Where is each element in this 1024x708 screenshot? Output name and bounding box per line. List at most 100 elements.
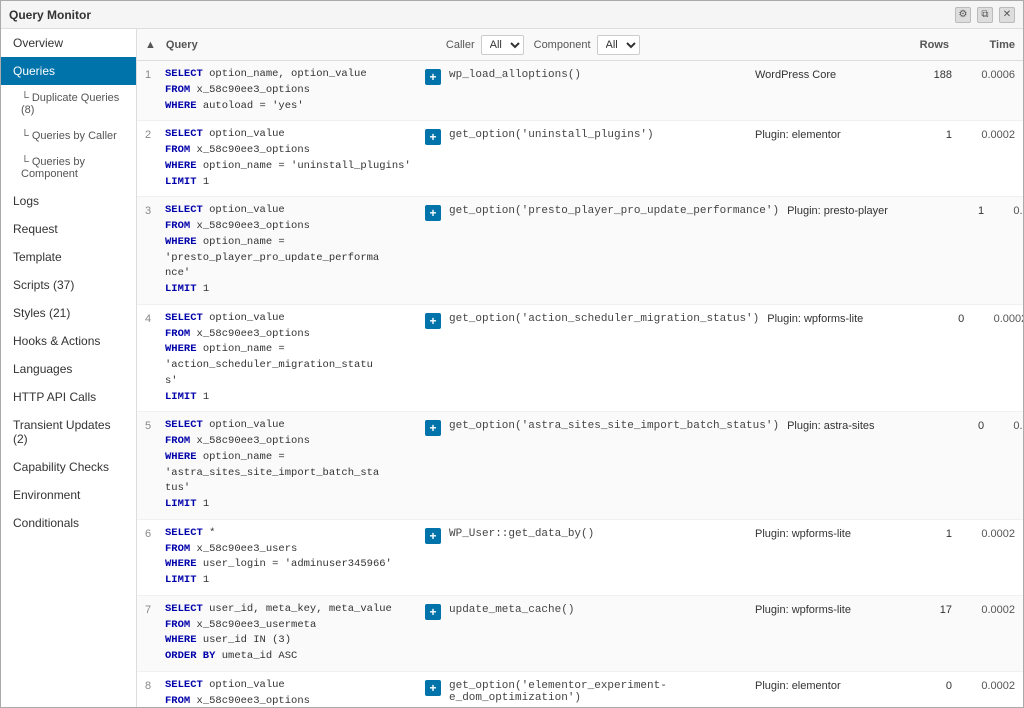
expand-button[interactable]: + bbox=[425, 420, 441, 436]
app-window: Query Monitor ⚙ ⧉ ✕ OverviewQueries└ Dup… bbox=[0, 0, 1024, 708]
main-content: OverviewQueries└ Duplicate Queries (8)└ … bbox=[1, 29, 1023, 707]
table-row: 7 SELECT user_id, meta_key, meta_value F… bbox=[137, 596, 1023, 672]
sidebar-item-environment[interactable]: Environment bbox=[1, 481, 136, 509]
sidebar-item-request[interactable]: Request bbox=[1, 215, 136, 243]
row-time-value: 0.0002 bbox=[960, 127, 1015, 141]
row-component-text: Plugin: presto-player bbox=[787, 203, 947, 217]
row-expand-col: + bbox=[425, 203, 449, 221]
row-query-text: SELECT option_value FROM x_58c90ee3_opti… bbox=[165, 127, 425, 190]
expand-button[interactable]: + bbox=[425, 680, 441, 696]
sidebar-item-transient-updates[interactable]: Transient Updates (2) bbox=[1, 411, 136, 453]
caller-filter-select[interactable]: All bbox=[481, 35, 524, 55]
sort-arrow-icon: ▲ bbox=[145, 39, 156, 51]
table-row: 1 SELECT option_name, option_value FROM … bbox=[137, 61, 1023, 121]
row-time-value: 0.0002 bbox=[960, 602, 1015, 616]
sidebar-item-template[interactable]: Template bbox=[1, 243, 136, 271]
table-row: 3 SELECT option_value FROM x_58c90ee3_op… bbox=[137, 197, 1023, 305]
row-component-text: Plugin: astra-sites bbox=[787, 418, 947, 432]
row-rows-count: 188 bbox=[915, 67, 960, 81]
row-query-text: SELECT * FROM x_58c90ee3_users WHERE use… bbox=[165, 526, 425, 589]
row-number: 4 bbox=[145, 311, 165, 325]
row-expand-col: + bbox=[425, 418, 449, 436]
sidebar-item-duplicate-queries[interactable]: └ Duplicate Queries (8) bbox=[1, 85, 136, 123]
sidebar-item-overview[interactable]: Overview bbox=[1, 29, 136, 57]
query-table: 1 SELECT option_name, option_value FROM … bbox=[137, 61, 1023, 707]
row-component-text: Plugin: elementor bbox=[755, 678, 915, 692]
sidebar-item-capability-checks[interactable]: Capability Checks bbox=[1, 453, 136, 481]
row-query-text: SELECT option_value FROM x_58c90ee3_opti… bbox=[165, 203, 425, 298]
sidebar-item-languages[interactable]: Languages bbox=[1, 355, 136, 383]
row-caller-text: wp_load_alloptions() bbox=[449, 67, 755, 81]
row-rows-count: 1 bbox=[915, 526, 960, 540]
table-row: 6 SELECT * FROM x_58c90ee3_users WHERE u… bbox=[137, 520, 1023, 596]
table-row: 5 SELECT option_value FROM x_58c90ee3_op… bbox=[137, 412, 1023, 520]
sidebar-item-queries-by-component[interactable]: └ Queries by Component bbox=[1, 149, 136, 187]
row-query-text: SELECT option_value FROM x_58c90ee3_opti… bbox=[165, 678, 425, 707]
sidebar: OverviewQueries└ Duplicate Queries (8)└ … bbox=[1, 29, 137, 707]
row-caller-text: get_option('presto_player_pro_update_per… bbox=[449, 203, 787, 217]
row-query-text: SELECT option_value FROM x_58c90ee3_opti… bbox=[165, 311, 425, 406]
expand-button[interactable]: + bbox=[425, 604, 441, 620]
sidebar-item-queries[interactable]: Queries bbox=[1, 57, 136, 85]
row-caller-text: WP_User::get_data_by() bbox=[449, 526, 755, 540]
expand-button[interactable]: + bbox=[425, 129, 441, 145]
close-button[interactable]: ✕ bbox=[999, 7, 1015, 23]
filter-bar: ▲ Query Caller All Component All Rows Ti… bbox=[137, 29, 1023, 61]
sidebar-item-http-api-calls[interactable]: HTTP API Calls bbox=[1, 383, 136, 411]
row-caller-text: get_option('elementor_experiment-e_dom_o… bbox=[449, 678, 755, 704]
row-query-text: SELECT option_value FROM x_58c90ee3_opti… bbox=[165, 418, 425, 513]
row-component-text: Plugin: wpforms-lite bbox=[755, 602, 915, 616]
row-expand-col: + bbox=[425, 602, 449, 620]
row-expand-col: + bbox=[425, 526, 449, 544]
row-time-value: 0.0002 bbox=[992, 418, 1023, 432]
sidebar-item-queries-by-caller[interactable]: └ Queries by Caller bbox=[1, 123, 136, 149]
row-caller-text: update_meta_cache() bbox=[449, 602, 755, 616]
sidebar-item-conditionals[interactable]: Conditionals bbox=[1, 509, 136, 537]
settings-button[interactable]: ⚙ bbox=[955, 7, 971, 23]
row-expand-col: + bbox=[425, 67, 449, 85]
sidebar-item-hooks-actions[interactable]: Hooks & Actions bbox=[1, 327, 136, 355]
row-number: 6 bbox=[145, 526, 165, 540]
row-number: 1 bbox=[145, 67, 165, 81]
row-query-text: SELECT option_name, option_value FROM x_… bbox=[165, 67, 425, 114]
expand-button[interactable]: + bbox=[425, 313, 441, 329]
row-time-value: 0.0002 bbox=[992, 203, 1023, 217]
row-query-text: SELECT user_id, meta_key, meta_value FRO… bbox=[165, 602, 425, 665]
table-row: 8 SELECT option_value FROM x_58c90ee3_op… bbox=[137, 672, 1023, 707]
expand-button[interactable]: + bbox=[425, 205, 441, 221]
row-component-text: Plugin: wpforms-lite bbox=[767, 311, 927, 325]
rows-col-header: Rows bbox=[894, 39, 949, 51]
row-expand-col: + bbox=[425, 127, 449, 145]
sidebar-item-styles[interactable]: Styles (21) bbox=[1, 299, 136, 327]
component-filter-label: Component bbox=[534, 39, 591, 51]
row-time-value: 0.0002 bbox=[960, 678, 1015, 692]
row-number: 7 bbox=[145, 602, 165, 616]
expand-button[interactable]: + bbox=[425, 69, 441, 85]
row-time-value: 0.0002 bbox=[972, 311, 1023, 325]
sidebar-item-logs[interactable]: Logs bbox=[1, 187, 136, 215]
sidebar-item-scripts[interactable]: Scripts (37) bbox=[1, 271, 136, 299]
row-caller-text: get_option('action_scheduler_migration_s… bbox=[449, 311, 767, 325]
row-rows-count: 0 bbox=[947, 418, 992, 432]
title-bar: Query Monitor ⚙ ⧉ ✕ bbox=[1, 1, 1023, 29]
popout-button[interactable]: ⧉ bbox=[977, 7, 993, 23]
table-row: 4 SELECT option_value FROM x_58c90ee3_op… bbox=[137, 305, 1023, 413]
row-rows-count: 1 bbox=[915, 127, 960, 141]
row-number: 5 bbox=[145, 418, 165, 432]
expand-button[interactable]: + bbox=[425, 528, 441, 544]
component-filter-select[interactable]: All bbox=[597, 35, 640, 55]
row-rows-count: 0 bbox=[915, 678, 960, 692]
app-title: Query Monitor bbox=[9, 8, 91, 22]
row-number: 3 bbox=[145, 203, 165, 217]
row-rows-count: 17 bbox=[915, 602, 960, 616]
caller-filter-label: Caller bbox=[446, 39, 475, 51]
row-time-value: 0.0002 bbox=[960, 526, 1015, 540]
row-rows-count: 1 bbox=[947, 203, 992, 217]
row-component-text: WordPress Core bbox=[755, 67, 915, 81]
row-number: 8 bbox=[145, 678, 165, 692]
query-col-header: Query bbox=[166, 39, 436, 51]
row-component-text: Plugin: elementor bbox=[755, 127, 915, 141]
row-rows-count: 0 bbox=[927, 311, 972, 325]
row-caller-text: get_option('uninstall_plugins') bbox=[449, 127, 755, 141]
row-time-value: 0.0006 bbox=[960, 67, 1015, 81]
